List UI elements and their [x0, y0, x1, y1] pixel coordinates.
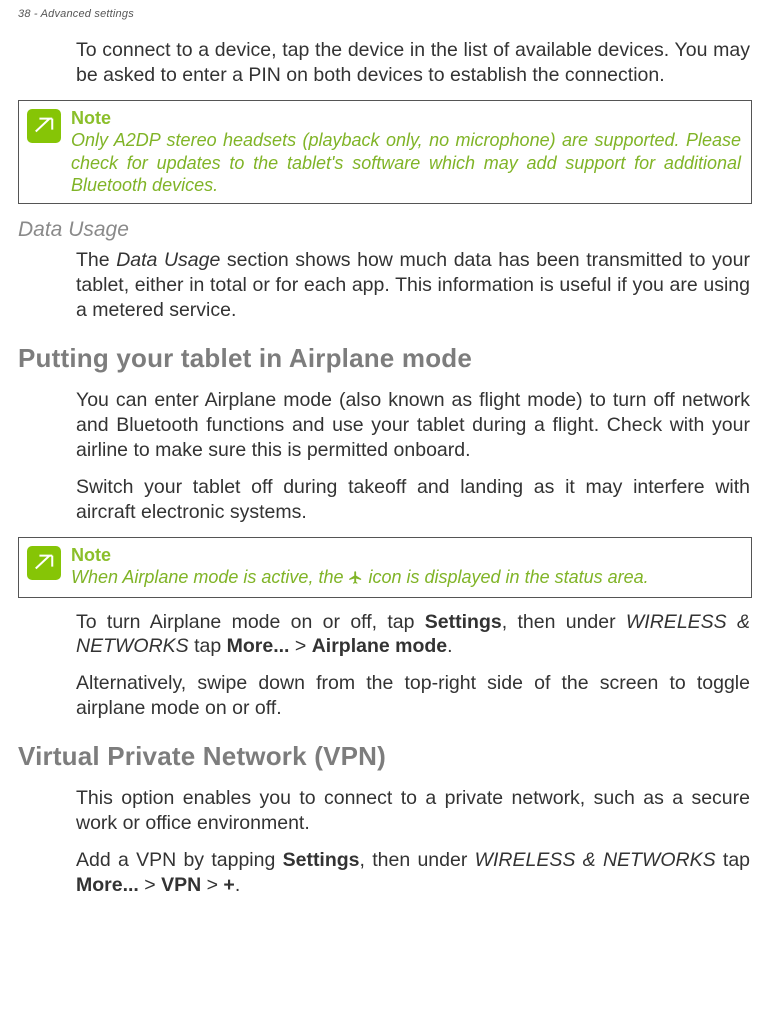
paragraph-data-usage: The Data Usage section shows how much da… [18, 248, 752, 323]
paragraph-airplane-swipe: Alternatively, swipe down from the top-r… [18, 671, 752, 721]
text-fragment: > [139, 874, 161, 896]
note-icon [27, 109, 61, 143]
bold-text: Settings [425, 611, 502, 633]
bold-text: Settings [283, 849, 360, 871]
paragraph-airplane-toggle: To turn Airplane mode on or off, tap Set… [18, 610, 752, 660]
bold-text: More... [227, 635, 290, 657]
airplane-icon [348, 568, 363, 591]
paragraph-airplane-intro: You can enter Airplane mode (also known … [18, 388, 752, 463]
text-fragment: > [201, 874, 223, 896]
text-fragment: When Airplane mode is active, the [71, 567, 348, 587]
text-fragment: . [447, 635, 452, 657]
text-fragment: , then under [360, 849, 475, 871]
page-header: 38 - Advanced settings [18, 8, 752, 20]
note-box-bluetooth: Note Only A2DP stereo headsets (playback… [18, 100, 752, 204]
text-fragment: The [76, 249, 116, 271]
bold-text: VPN [161, 874, 201, 896]
heading-airplane-mode: Putting your tablet in Airplane mode [18, 343, 752, 374]
note-body: When Airplane mode is active, the icon i… [71, 566, 741, 591]
paragraph-vpn-add: Add a VPN by tapping Settings, then unde… [18, 848, 752, 898]
italic-text: Data Usage [116, 249, 220, 271]
text-fragment: . [235, 874, 240, 896]
text-fragment: , then under [502, 611, 626, 633]
bold-text: More... [76, 874, 139, 896]
text-fragment: > [289, 635, 311, 657]
italic-text: WIRELESS & NETWORKS [475, 849, 716, 871]
text-fragment: icon is displayed in the status area. [363, 567, 648, 587]
bold-text: Airplane mode [312, 635, 447, 657]
note-box-airplane: Note When Airplane mode is active, the i… [18, 537, 752, 598]
heading-vpn: Virtual Private Network (VPN) [18, 741, 752, 772]
heading-data-usage: Data Usage [18, 218, 752, 242]
text-fragment: Add a VPN by tapping [76, 849, 283, 871]
note-title: Note [71, 544, 741, 567]
bold-text: + [223, 874, 234, 896]
note-title: Note [71, 107, 741, 130]
paragraph-airplane-switchoff: Switch your tablet off during takeoff an… [18, 475, 752, 525]
text-fragment: tap [716, 849, 750, 871]
text-fragment: tap [189, 635, 227, 657]
paragraph-connect-device: To connect to a device, tap the device i… [18, 38, 752, 88]
paragraph-vpn-intro: This option enables you to connect to a … [18, 786, 752, 836]
note-icon [27, 546, 61, 580]
text-fragment: To turn Airplane mode on or off, tap [76, 611, 425, 633]
note-body: Only A2DP stereo headsets (playback only… [71, 129, 741, 197]
